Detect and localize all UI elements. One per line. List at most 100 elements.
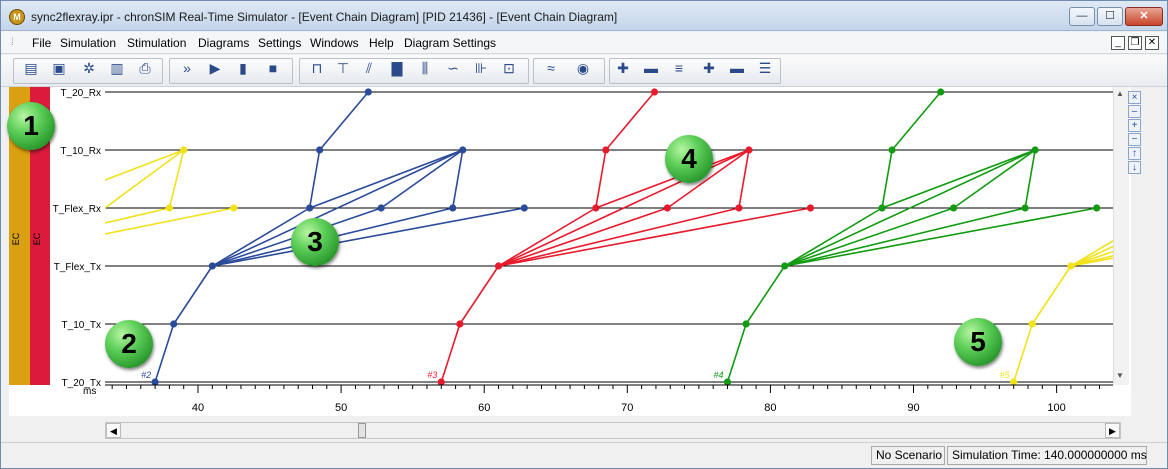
align-icon[interactable]: ≡ xyxy=(669,59,689,77)
scroll-left-icon[interactable]: ◀ xyxy=(106,423,121,438)
stop-icon[interactable]: ■ xyxy=(263,59,283,77)
menu-simulation[interactable]: Simulation xyxy=(60,36,116,50)
axis-tick-label: 90 xyxy=(907,402,919,414)
lines-icon[interactable]: ☰ xyxy=(755,59,775,77)
scroll-down-icon[interactable]: ▼ xyxy=(1116,371,1124,380)
side-down-button[interactable]: ↓ xyxy=(1128,161,1141,174)
chain-segment-1 xyxy=(738,149,750,209)
menu-diagram-settings[interactable]: Diagram Settings xyxy=(404,36,496,50)
pause-icon[interactable]: ▮ xyxy=(233,59,253,77)
chain-event-dot-2 xyxy=(878,204,886,212)
event-chain-diagram[interactable]: EC EC T_20_Rx T_10_Rx T_Flex_Rx T_Flex_Tx T_… xyxy=(9,87,1131,416)
zoom-out-icon[interactable]: ▬ xyxy=(641,59,661,77)
chart-type-2-icon[interactable]: ⊤ xyxy=(333,59,353,77)
side-dash-button[interactable]: ‒ xyxy=(1128,105,1141,118)
chain-event-dot-2 xyxy=(1093,204,1101,212)
app-icon[interactable]: M xyxy=(9,9,25,25)
open-icon[interactable]: ▤ xyxy=(21,59,41,77)
fast-forward-icon[interactable]: » xyxy=(177,59,197,77)
close-button[interactable]: ✕ xyxy=(1125,7,1163,26)
box-plot-icon[interactable]: ⫼ xyxy=(415,59,435,77)
scroll-thumb[interactable] xyxy=(358,423,366,438)
step-icon[interactable]: ▶ xyxy=(205,59,225,77)
eye-icon[interactable]: ◉ xyxy=(573,59,593,77)
menu-file[interactable]: File xyxy=(32,36,51,50)
axis-tick-label: 80 xyxy=(764,402,776,414)
plus-icon[interactable]: ✚ xyxy=(699,59,719,77)
mdi-minimize-button[interactable]: _ xyxy=(1111,36,1125,50)
settings-icon[interactable]: ✲ xyxy=(79,59,99,77)
axis-tick-label: 60 xyxy=(478,402,490,414)
window-title: sync2flexray.ipr - chronSIM Real-Time Si… xyxy=(31,10,618,24)
window-icon[interactable]: ⊡ xyxy=(499,59,519,77)
callout-badge-4: 4 xyxy=(665,135,713,183)
chain-segment-1 xyxy=(498,207,668,267)
minimize-button[interactable]: — xyxy=(1069,7,1095,26)
curve-icon[interactable]: ∽ xyxy=(443,59,463,77)
row-label-4: T_10_Tx xyxy=(62,320,101,331)
scroll-right-icon[interactable]: ▶ xyxy=(1105,423,1120,438)
menu-diagrams[interactable]: Diagrams xyxy=(198,36,249,50)
scroll-up-icon[interactable]: ▲ xyxy=(1116,89,1124,98)
menu-stimulation[interactable]: Stimulation xyxy=(127,36,186,50)
chain-segment-2 xyxy=(891,91,942,151)
chain-event-dot-1 xyxy=(650,88,659,96)
chain-segment-2 xyxy=(726,323,747,383)
chain-segment-1 xyxy=(595,149,607,209)
side-plus-button[interactable]: + xyxy=(1128,119,1141,132)
report-icon[interactable]: ▥ xyxy=(107,59,127,77)
bar-chart-icon[interactable]: ▇ xyxy=(387,59,407,77)
side-minus-button[interactable]: − xyxy=(1128,133,1141,146)
chain-segment-0 xyxy=(154,323,175,383)
chain-event-dot-0 xyxy=(306,204,314,212)
chain-event-dot-3 xyxy=(1028,320,1036,328)
chain-segment-2 xyxy=(784,207,1026,267)
chain-segment-2 xyxy=(881,149,1036,209)
side-up-button[interactable]: ↑ xyxy=(1128,147,1141,160)
chain-event-dot-2 xyxy=(781,262,789,270)
bracket-icon[interactable]: ⊪ xyxy=(471,59,491,77)
side-close-button[interactable]: × xyxy=(1128,91,1141,104)
chain-event-dot-1 xyxy=(745,146,753,154)
chain-event-dot-1 xyxy=(735,204,743,212)
zoom-in-icon[interactable]: ✚ xyxy=(613,59,633,77)
chain-event-dot-2 xyxy=(742,320,750,328)
menu-settings[interactable]: Settings xyxy=(258,36,301,50)
chain-segment-2 xyxy=(784,207,954,267)
chain-event-dot-0 xyxy=(208,262,216,270)
chart-type-3-icon[interactable]: ⫽ xyxy=(359,59,379,77)
chain-segment-0 xyxy=(319,91,369,151)
axis-tick-label: 100 xyxy=(1047,402,1065,414)
maximize-button[interactable]: ☐ xyxy=(1097,7,1123,26)
menu-windows[interactable]: Windows xyxy=(310,36,359,50)
vertical-scrollbar[interactable]: ▲ ▼ xyxy=(1113,87,1129,385)
chain-event-dot-0 xyxy=(170,320,178,328)
yellow-prior-segment xyxy=(105,207,234,235)
chain-segment-2 xyxy=(1024,149,1036,209)
wave-icon[interactable]: ≈ xyxy=(541,59,561,77)
chain-label-0: #2 xyxy=(141,370,151,380)
chain-event-dot-3 xyxy=(1067,262,1075,270)
chain-event-dot-0 xyxy=(377,204,385,212)
chain-segment-0 xyxy=(451,149,464,209)
scenario-status: No Scenario xyxy=(871,446,945,465)
yellow-prior-dot xyxy=(165,204,173,212)
row-label-2: T_Flex_Rx xyxy=(53,204,101,215)
chain-event-dot-1 xyxy=(456,320,464,328)
title-bar[interactable]: M sync2flexray.ipr - chronSIM Real-Time … xyxy=(1,1,1167,31)
horizontal-scrollbar[interactable]: ◀ ▶ xyxy=(105,422,1121,439)
print-icon[interactable]: ⎙ xyxy=(135,59,155,77)
axis-tick-label: 40 xyxy=(192,402,204,414)
chain-segment-2 xyxy=(953,149,1036,209)
menu-help[interactable]: Help xyxy=(369,36,394,50)
chain-segment-1 xyxy=(498,207,811,267)
chart-type-1-icon[interactable]: ⊓ xyxy=(307,59,327,77)
minus-icon[interactable]: ▬ xyxy=(727,59,747,77)
mdi-restore-button[interactable]: ❐ xyxy=(1128,36,1142,50)
chain-event-dot-1 xyxy=(663,204,671,212)
chain-event-dot-0 xyxy=(449,204,457,212)
diagram-canvas[interactable]: EC EC T_20_Rx T_10_Rx T_Flex_Rx T_Flex_Tx T_… xyxy=(9,87,1115,416)
save-icon[interactable]: ▣ xyxy=(49,59,69,77)
chain-event-dot-0 xyxy=(364,88,372,96)
mdi-close-button[interactable]: ✕ xyxy=(1145,36,1159,50)
